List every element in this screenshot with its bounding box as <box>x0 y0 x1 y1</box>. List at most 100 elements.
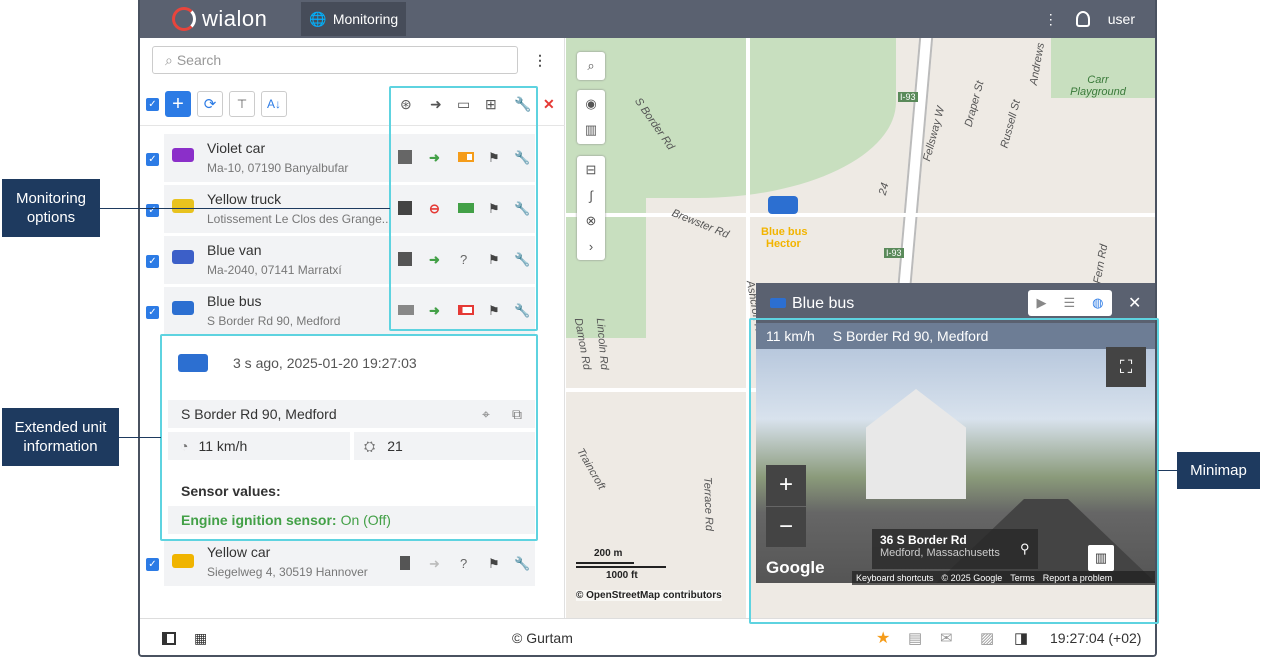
unit-name: Yellow truck <box>207 191 282 207</box>
highway-shield: I-93 <box>898 92 918 102</box>
unit-name: Blue van <box>207 242 262 258</box>
unit-address: Siegelweg 4, 30519 Hannover <box>207 565 368 579</box>
highway-shield: I-93 <box>884 248 904 258</box>
sort-button[interactable]: A↓ <box>261 91 287 117</box>
logo-text: wialon <box>202 6 268 31</box>
video-icon[interactable]: ▶ <box>1037 295 1047 311</box>
callout-minimap: Minimap <box>1177 452 1260 489</box>
street-label: Draper St <box>962 79 987 129</box>
close-icon[interactable]: ✕ <box>1128 293 1141 313</box>
bus-marker-driver: Hector <box>766 238 801 250</box>
unit-name: Yellow car <box>207 544 271 560</box>
unit-name: Violet car <box>207 140 266 156</box>
street-label: 24 <box>876 181 892 197</box>
callout-line <box>119 437 161 438</box>
unit-checkbox[interactable]: ✓ <box>146 306 159 319</box>
flag-icon[interactable]: ⚑ <box>488 556 500 572</box>
refresh-button[interactable]: ⟳ <box>197 91 223 117</box>
unit-row-yellow-car[interactable]: Yellow car Siegelweg 4, 30519 Hannover ➜… <box>164 540 535 586</box>
footer-copyright: © Gurtam <box>512 630 573 646</box>
search-icon[interactable]: ⌕ <box>587 58 594 74</box>
unit-address: Lotissement Le Clos des Grange... <box>207 212 392 226</box>
scale-meters: 200 m <box>594 548 623 559</box>
list-icon[interactable]: ☰ <box>1064 295 1076 311</box>
search-placeholder: Search <box>176 52 222 68</box>
unit-checkbox[interactable]: ✓ <box>146 204 159 217</box>
gallery-icon[interactable]: ▨ <box>980 629 994 647</box>
street-label: Traincroft <box>574 446 608 492</box>
callout-text: Extended unit information <box>14 419 107 455</box>
street-label: Andrews <box>1027 41 1048 87</box>
map-icon[interactable]: ▥ <box>585 122 597 138</box>
callout-text: Monitoring options <box>15 190 87 226</box>
track-icon[interactable]: ⊗ <box>586 213 597 229</box>
extended-info-highlight <box>160 334 538 541</box>
street-label: Terrace Rd <box>701 476 715 532</box>
top-bar: wialon 🌐 Monitoring ⋮ user <box>140 0 1155 38</box>
unit-address: Ma-2040, 07141 Marratxí <box>207 263 342 277</box>
street-label: Fern Rd <box>1091 243 1111 285</box>
car-icon <box>172 554 194 568</box>
minimap-highlight <box>749 318 1159 624</box>
ruler-icon[interactable]: ⊟ <box>586 162 597 178</box>
bus-marker-label: Blue bus <box>761 226 808 238</box>
add-units-button[interactable]: + <box>165 91 191 117</box>
wrench-icon[interactable]: 🔧 <box>514 556 530 572</box>
playground-label: Carr Playground <box>1070 74 1126 98</box>
select-all-checkbox[interactable]: ✓ <box>146 98 159 111</box>
layout-icon[interactable]: ◨ <box>1014 629 1028 647</box>
minimap-title: Blue bus <box>792 295 855 312</box>
search-options-icon[interactable]: ⋮ <box>533 52 547 69</box>
search-icon: ⌕ <box>165 51 173 68</box>
battery-unknown[interactable]: ? <box>460 556 467 571</box>
motion-unknown-icon[interactable]: ➜ <box>429 556 440 572</box>
map-layers-tools: ◉ ▥ <box>577 90 605 144</box>
monitoring-options-highlight <box>389 86 538 331</box>
bus-marker-icon[interactable] <box>768 196 798 214</box>
park-area <box>566 38 896 198</box>
street-label: Russell St <box>998 98 1023 150</box>
route-icon[interactable]: ∫ <box>589 188 593 203</box>
callout-monitoring-options: Monitoring options <box>2 179 100 237</box>
panel-toggle-icon[interactable] <box>162 631 176 645</box>
messages-icon[interactable]: ✉ <box>940 629 953 647</box>
road <box>566 213 1155 217</box>
map-measure-tools: ⊟ ∫ ⊗ › <box>577 156 605 260</box>
more-menu-icon[interactable]: ⋮ <box>1044 11 1058 28</box>
unit-checkbox[interactable]: ✓ <box>146 558 159 571</box>
minimap-view-switcher: ▶ ☰ ◍ <box>1028 290 1112 316</box>
truck-icon <box>172 199 194 213</box>
bus-icon <box>172 301 194 315</box>
wialon-logo[interactable]: wialon <box>172 6 267 32</box>
unit-checkbox[interactable]: ✓ <box>146 255 159 268</box>
unit-checkbox[interactable]: ✓ <box>146 153 159 166</box>
scale-feet: 1000 ft <box>606 570 638 581</box>
map-attribution[interactable]: © OpenStreetMap contributors <box>576 590 722 601</box>
close-icon[interactable]: ✕ <box>543 96 555 113</box>
callout-line <box>100 208 390 209</box>
unit-name: Blue bus <box>207 293 262 309</box>
globe-icon: 🌐 <box>309 10 327 27</box>
globe-icon[interactable]: ◍ <box>1092 295 1103 311</box>
apps-grid-icon[interactable]: ▦ <box>194 630 207 647</box>
tab-monitoring[interactable]: 🌐 Monitoring <box>301 2 407 36</box>
group-toggle-button[interactable]: ⊤ <box>229 91 255 117</box>
notifications-icon[interactable]: ▤ <box>908 629 922 647</box>
van-icon <box>172 250 194 264</box>
logo-ring-icon <box>172 7 196 31</box>
driver-photo-icon[interactable] <box>400 556 410 570</box>
tab-monitoring-label: Monitoring <box>332 11 399 27</box>
bus-icon <box>770 298 786 308</box>
callout-extended-info: Extended unit information <box>2 408 119 466</box>
search-input[interactable]: ⌕ Search <box>152 46 518 74</box>
user-icon[interactable] <box>1075 11 1090 27</box>
car-icon <box>172 148 194 162</box>
callout-text: Minimap <box>1190 462 1247 479</box>
star-icon[interactable]: ★ <box>876 628 890 648</box>
server-time: 19:27:04 (+02) <box>1050 630 1142 646</box>
chevron-right-icon[interactable]: › <box>589 239 593 254</box>
eye-icon[interactable]: ◉ <box>585 96 596 112</box>
map-tools-top: ⌕ <box>577 52 605 80</box>
user-name[interactable]: user <box>1108 11 1135 27</box>
unit-address: S Border Rd 90, Medford <box>207 314 341 328</box>
